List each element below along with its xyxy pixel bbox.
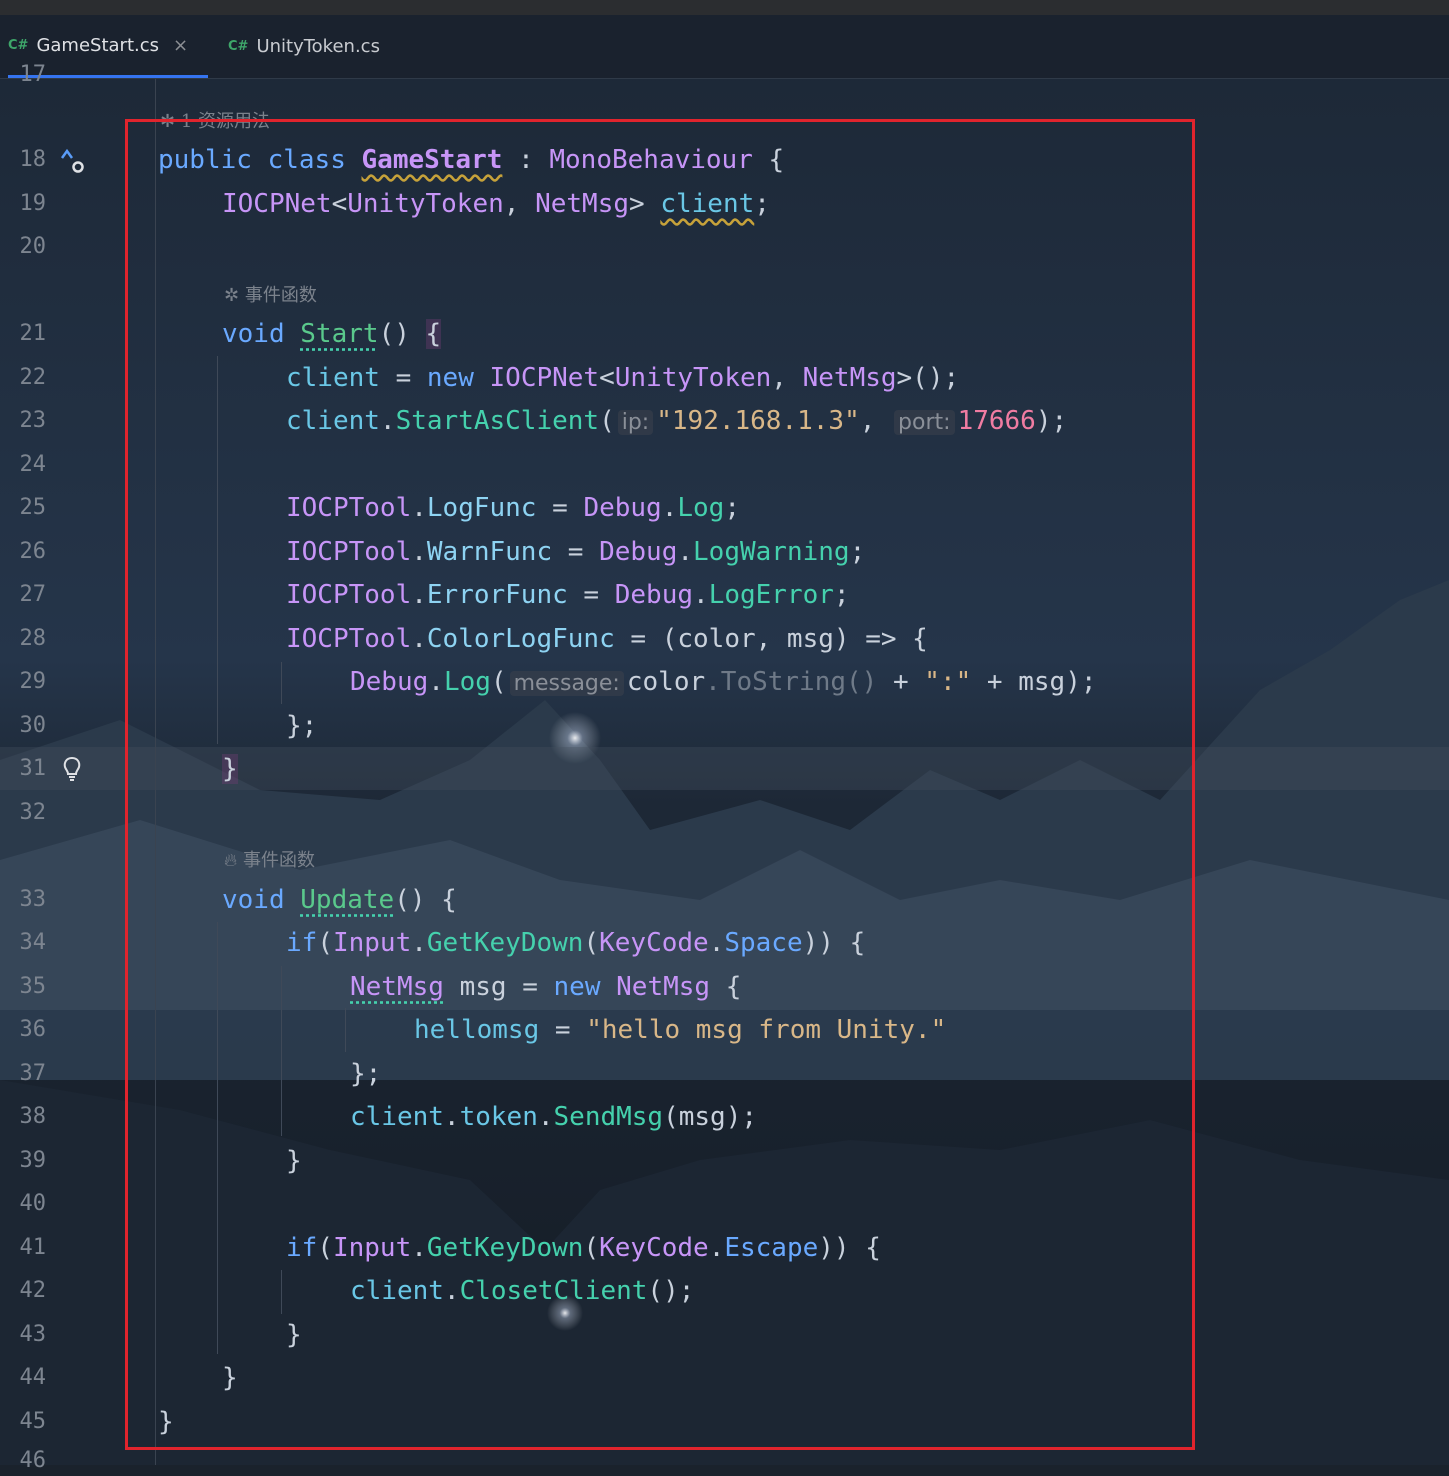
- line-number: 30: [19, 713, 47, 738]
- csharp-file-icon: C#: [228, 39, 249, 54]
- line-number: 17: [19, 62, 47, 87]
- line-number: 39: [19, 1148, 47, 1173]
- line-number: 25: [19, 495, 47, 520]
- line-number: 32: [19, 800, 47, 825]
- line-number: 41: [19, 1235, 47, 1260]
- line-number: 31: [19, 756, 47, 781]
- line-number: 38: [19, 1104, 47, 1129]
- line-number: 40: [19, 1191, 47, 1216]
- tab-label: UnityToken.cs: [256, 36, 380, 57]
- line-number: 20: [19, 234, 47, 259]
- line-number: 22: [19, 365, 47, 390]
- line-number: 26: [19, 539, 47, 564]
- annotation-highlight-box: [125, 119, 1195, 1450]
- line-number: 35: [19, 974, 47, 999]
- line-number: 36: [19, 1017, 47, 1042]
- line-number: 44: [19, 1365, 47, 1390]
- line-number: 37: [19, 1061, 47, 1086]
- line-number: 24: [19, 452, 47, 477]
- window-title-strip: [0, 0, 1449, 15]
- line-number: 29: [19, 669, 47, 694]
- line-number: 21: [19, 321, 47, 346]
- tab-unitytoken[interactable]: C# UnityToken.cs: [228, 15, 380, 78]
- tab-label: GameStart.cs: [36, 34, 159, 56]
- line-number: 45: [19, 1409, 47, 1434]
- implements-up-arrow-icon[interactable]: [58, 146, 88, 176]
- csharp-file-icon: C#: [8, 37, 29, 53]
- editor-tab-bar: C# GameStart.cs × C# UnityToken.cs: [0, 15, 1449, 79]
- line-number: 33: [19, 887, 47, 912]
- line-number: 46: [19, 1448, 47, 1473]
- line-number: 19: [19, 191, 47, 216]
- line-number: 18: [19, 147, 47, 172]
- line-number: 28: [19, 626, 47, 651]
- line-number: 43: [19, 1322, 47, 1347]
- lightbulb-icon[interactable]: [60, 755, 84, 785]
- line-number: 23: [19, 408, 47, 433]
- close-icon[interactable]: ×: [173, 35, 188, 56]
- line-number: 42: [19, 1278, 47, 1303]
- line-number: 34: [19, 930, 47, 955]
- line-number: 27: [19, 582, 47, 607]
